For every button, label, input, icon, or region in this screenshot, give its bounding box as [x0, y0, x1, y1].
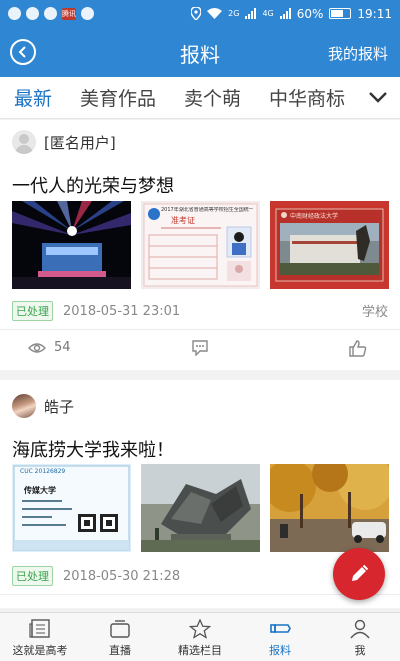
- post-card[interactable]: [匿名用户] 一代人的光荣与梦想 2017年湖北省普通高等学校招生全国统一 准考…: [0, 120, 400, 370]
- new-report-fab[interactable]: [333, 548, 385, 600]
- network-4g-label: 4G: [262, 9, 274, 18]
- location-icon: [191, 7, 202, 20]
- nav-label: 我: [354, 644, 366, 657]
- avatar: [12, 130, 36, 154]
- tab-latest[interactable]: 最新: [0, 84, 66, 111]
- signal-icon: [245, 8, 257, 19]
- pencil-icon: [352, 564, 369, 581]
- app-header: 报料 我的报料: [0, 27, 400, 77]
- battery-icon: [329, 8, 352, 19]
- category-tabs: 最新 美育作品 卖个萌 中华商标: [0, 77, 400, 119]
- comment-button[interactable]: [191, 340, 209, 356]
- avatar: [12, 394, 36, 418]
- post-datetime: 2018-05-31 23:01: [63, 303, 181, 319]
- post-meta: 已处理 2018-05-30 21:28: [12, 566, 180, 586]
- campus-sculpture-photo[interactable]: [141, 464, 260, 552]
- bottom-nav: 这就是高考 直播 精选栏目 报料 我: [0, 612, 400, 661]
- post-images: 2017年湖北省普通高等学校招生全国统一考试 准考证 中南财经政法大学: [12, 201, 389, 289]
- app-notification-icon: 腾讯: [62, 7, 76, 20]
- tab-cute[interactable]: 卖个萌: [170, 84, 255, 111]
- post-author: 皓子: [12, 394, 74, 418]
- chat-notification-icon: [26, 7, 39, 20]
- username: [匿名用户]: [44, 133, 116, 152]
- star-icon: [189, 619, 211, 639]
- eye-icon: [28, 342, 46, 353]
- university-ticket-photo[interactable]: CUC 20126829 传媒大学: [12, 464, 131, 552]
- my-reports-link[interactable]: 我的报料: [328, 43, 388, 64]
- stage-concert-photo[interactable]: [12, 201, 131, 289]
- comment-icon: [192, 340, 208, 356]
- views-counter: 54: [28, 340, 71, 355]
- autumn-campus-road-photo[interactable]: [270, 464, 389, 552]
- admission-ticket-caption: 2017年湖北省普通高等学校招生全国统一考试: [161, 207, 253, 213]
- nav-label: 直播: [109, 644, 131, 657]
- chevron-down-icon: [369, 92, 387, 103]
- usb-notification-icon: [81, 7, 94, 20]
- post-meta: 已处理 2018-05-31 23:01: [12, 301, 180, 321]
- university-gate-photo[interactable]: 中南财经政法大学: [270, 201, 389, 289]
- browser-notification-icon: [44, 7, 57, 20]
- tv-icon: [110, 620, 130, 638]
- post-title[interactable]: 一代人的光荣与梦想: [12, 172, 174, 198]
- tab-art-works[interactable]: 美育作品: [66, 84, 170, 111]
- ticket-code: CUC 20126829: [20, 468, 66, 475]
- admission-ticket-heading: 准考证: [171, 216, 195, 225]
- like-button[interactable]: [349, 340, 367, 357]
- clock: 19:11: [357, 6, 392, 21]
- megaphone-icon: [270, 624, 291, 633]
- nav-label: 报料: [269, 644, 291, 657]
- university-gate-sign: 中南财经政法大学: [290, 213, 339, 220]
- person-icon: [350, 619, 370, 639]
- post-title[interactable]: 海底捞大学我来啦！: [12, 436, 174, 462]
- wifi-icon: [207, 8, 223, 19]
- nav-item-report[interactable]: 报料: [240, 613, 320, 661]
- more-tabs-button[interactable]: [356, 77, 400, 118]
- post-images: CUC 20126829 传媒大学: [12, 464, 389, 552]
- nav-item-live[interactable]: 直播: [80, 613, 160, 661]
- signal-icon: [279, 8, 291, 19]
- post-category: 学校: [361, 305, 388, 320]
- battery-percent: 60%: [296, 6, 324, 21]
- ticket-heading: 传媒大学: [24, 486, 56, 495]
- nav-item-me[interactable]: 我: [320, 613, 400, 661]
- nav-label: 精选栏目: [178, 644, 222, 657]
- username: 皓子: [44, 397, 75, 416]
- nav-item-featured[interactable]: 精选栏目: [160, 613, 240, 661]
- status-badge: 已处理: [12, 301, 53, 321]
- post-datetime: 2018-05-30 21:28: [63, 568, 181, 584]
- network-2g-label: 2G: [228, 9, 240, 18]
- post-actions: 54: [0, 330, 400, 370]
- divider: [0, 594, 400, 595]
- notification-icon: [8, 7, 21, 20]
- nav-item-gaokao[interactable]: 这就是高考: [0, 613, 80, 661]
- status-bar: 腾讯 2G 4G 60% 19:11: [0, 0, 400, 27]
- tab-chinese-trademark[interactable]: 中华商标: [255, 84, 359, 111]
- status-badge: 已处理: [12, 566, 53, 586]
- exam-admission-ticket-photo[interactable]: 2017年湖北省普通高等学校招生全国统一考试 准考证: [141, 201, 260, 289]
- nav-label: 这就是高考: [12, 644, 68, 657]
- newspaper-icon: [29, 619, 50, 638]
- thumbs-up-icon: [349, 340, 367, 357]
- post-author: [匿名用户]: [12, 130, 116, 154]
- views-count: 54: [54, 340, 71, 355]
